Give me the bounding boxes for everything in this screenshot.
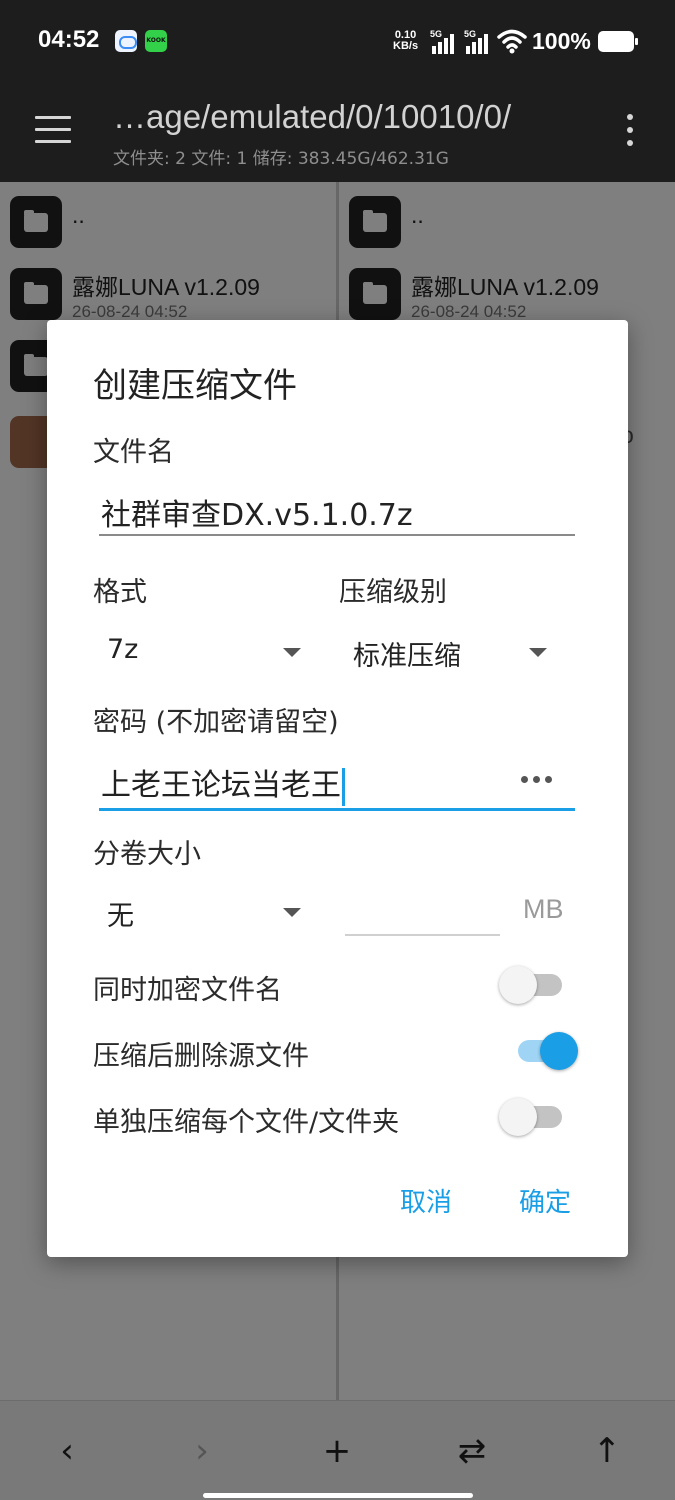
- clock: 04:52: [38, 26, 100, 53]
- cloud-app-icon: [115, 30, 137, 52]
- confirm-button[interactable]: 确定: [519, 1182, 571, 1219]
- current-path[interactable]: …age/emulated/0/10010/0/: [113, 98, 511, 136]
- dropdown-arrow-icon: [529, 648, 547, 657]
- split-size-input[interactable]: [345, 876, 500, 936]
- password-value: 上老王论坛当老王: [101, 760, 345, 806]
- encrypt-filenames-label: 同时加密文件名: [93, 975, 282, 1006]
- format-value: 7z: [107, 634, 139, 665]
- compression-level-label: 压缩级别: [339, 577, 447, 608]
- dropdown-arrow-icon: [283, 908, 301, 917]
- wifi-icon: [497, 29, 527, 54]
- split-size-unit: MB: [523, 894, 564, 924]
- filename-field[interactable]: 社群审查DX.v5.1.0.7z: [99, 488, 575, 536]
- filename-label: 文件名: [93, 437, 174, 468]
- password-field[interactable]: 上老王论坛当老王: [99, 756, 575, 811]
- format-select[interactable]: 7z: [107, 628, 307, 678]
- storage-stats: 文件夹: 2 文件: 1 储存: 383.45G/462.31G: [113, 149, 449, 169]
- cancel-button[interactable]: 取消: [400, 1182, 452, 1219]
- dropdown-arrow-icon: [283, 648, 301, 657]
- dialog-title: 创建压缩文件: [93, 366, 297, 406]
- format-label: 格式: [93, 577, 147, 608]
- signal-icon: 5G: [430, 29, 460, 54]
- password-label: 密码 (不加密请留空): [93, 707, 339, 738]
- split-size-label: 分卷大小: [93, 839, 201, 870]
- battery-icon: [598, 31, 638, 52]
- status-bar: 04:52 KOOK 0.10 KB/s 5G 5G 100%: [0, 0, 675, 84]
- toggle-visibility-icon[interactable]: [521, 776, 553, 784]
- delete-source-label: 压缩后删除源文件: [93, 1041, 309, 1072]
- sim1-label: 5G: [430, 29, 443, 39]
- delete-source-toggle[interactable]: [513, 1030, 579, 1070]
- compression-level-select[interactable]: 标准压缩: [353, 628, 553, 678]
- compress-each-separately-label: 单独压缩每个文件/文件夹: [93, 1107, 400, 1138]
- split-size-select[interactable]: 无: [107, 888, 307, 938]
- filename-value: 社群审查DX.v5.1.0.7z: [101, 498, 413, 533]
- text-cursor: [342, 767, 345, 806]
- create-archive-dialog: 创建压缩文件 文件名 社群审查DX.v5.1.0.7z 格式 压缩级别 7z 标…: [47, 320, 628, 1257]
- home-indicator[interactable]: [203, 1493, 473, 1498]
- compression-level-value: 标准压缩: [353, 641, 461, 672]
- sim2-label: 5G: [464, 29, 477, 39]
- password-text: 上老王论坛当老王: [101, 768, 341, 803]
- encrypt-filenames-toggle[interactable]: [499, 964, 565, 1004]
- network-speed-unit: KB/s: [393, 40, 419, 52]
- menu-icon[interactable]: [35, 116, 71, 144]
- kook-app-icon: KOOK: [145, 30, 167, 52]
- compress-each-separately-toggle[interactable]: [499, 1096, 565, 1136]
- more-options-icon[interactable]: [620, 114, 640, 148]
- app-toolbar: …age/emulated/0/10010/0/ 文件夹: 2 文件: 1 储存…: [0, 84, 675, 182]
- battery-level: 100%: [532, 28, 591, 54]
- signal-icon: 5G: [464, 29, 494, 54]
- split-size-value: 无: [107, 901, 134, 932]
- network-speed: 0.10 KB/s: [393, 30, 418, 52]
